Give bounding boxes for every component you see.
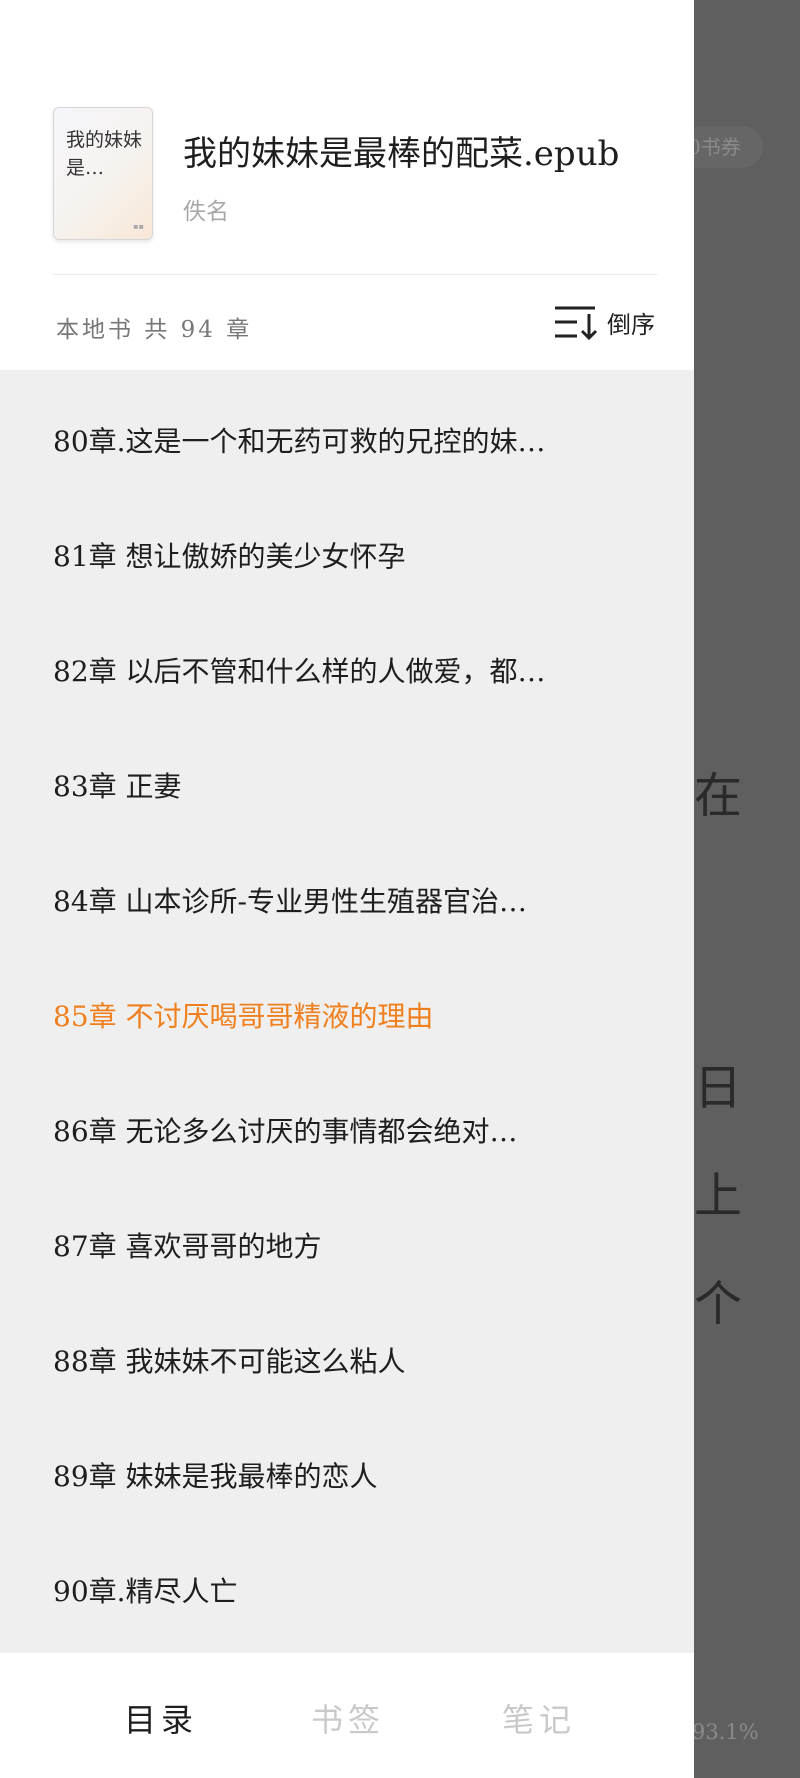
chapter-title: 88章 我妹妹不可能这么粘人 [53, 1345, 406, 1378]
chapter-count: 本地书 共 94 章 [56, 317, 253, 343]
reader-text-char: 在 [694, 768, 743, 824]
chapter-title: 80章.这是一个和无药可救的兄控的妹… [53, 425, 546, 458]
tab-notes[interactable]: 笔记 [502, 1695, 576, 1741]
chapter-title: 87章 喜欢哥哥的地方 [53, 1230, 322, 1263]
reader-text-char: 个 [694, 1276, 743, 1332]
chapter-item[interactable]: 90章.精尽人亡 [0, 1520, 694, 1635]
chapter-item-current[interactable]: 85章 不讨厌喝哥哥精液的理由 [0, 945, 694, 1060]
sort-order-button[interactable]: 倒序 [553, 300, 655, 344]
book-cover[interactable]: 我的妹妹是… ▪▪ [53, 107, 153, 240]
chapter-item[interactable]: 87章 喜欢哥哥的地方 [0, 1175, 694, 1290]
chapter-item[interactable]: 88章 我妹妹不可能这么粘人 [0, 1290, 694, 1405]
header-divider [53, 274, 658, 275]
tab-bookmarks[interactable]: 书签 [311, 1695, 385, 1741]
tab-toc[interactable]: 目录 [124, 1695, 198, 1741]
chapter-item[interactable]: 89章 妹妹是我最棒的恋人 [0, 1405, 694, 1520]
chapter-title: 86章 无论多么讨厌的事情都会绝对… [53, 1115, 518, 1148]
reader-text-char: 上 [694, 1168, 743, 1224]
chapter-item[interactable]: 84章 山本诊所-专业男性生殖器官治… [0, 830, 694, 945]
drawer-tab-bar: 目录 书签 笔记 [0, 1653, 694, 1778]
chapter-title: 82章 以后不管和什么样的人做爱，都… [53, 655, 546, 688]
chapter-title: 83章 正妻 [53, 770, 182, 803]
reading-progress: 93.1% [692, 1720, 759, 1744]
cover-mark: ▪▪ [133, 222, 144, 231]
chapter-title: 84章 山本诊所-专业男性生殖器官治… [53, 885, 527, 918]
chapter-item[interactable]: 81章 想让傲娇的美少女怀孕 [0, 485, 694, 600]
sort-descending-icon [555, 306, 598, 341]
sort-order-label: 倒序 [607, 310, 655, 339]
chapter-list[interactable]: 80章.这是一个和无药可救的兄控的妹… 81章 想让傲娇的美少女怀孕 82章 以后不… [0, 370, 694, 1635]
chapter-item[interactable]: 83章 正妻 [0, 715, 694, 830]
chapter-item[interactable]: 82章 以后不管和什么样的人做爱，都… [0, 600, 694, 715]
cover-title: 我的妹妹是… [66, 129, 143, 179]
toc-drawer: 我的妹妹是… ▪▪ 我的妹妹是最棒的配菜.epub 佚名 本地书 共 94 章 … [0, 0, 694, 1778]
chapter-title: 81章 想让傲娇的美少女怀孕 [53, 540, 406, 573]
reader-text-char: 日 [694, 1060, 743, 1116]
chapter-title: 85章 不讨厌喝哥哥精液的理由 [53, 1000, 434, 1033]
chapter-title: 90章.精尽人亡 [53, 1575, 238, 1608]
book-author: 佚名 [183, 199, 229, 225]
chapter-item[interactable]: 80章.这是一个和无药可救的兄控的妹… [0, 370, 694, 485]
book-title: 我的妹妹是最棒的配菜.epub [183, 134, 620, 174]
chapter-title: 89章 妹妹是我最棒的恋人 [53, 1460, 378, 1493]
chapter-item[interactable]: 86章 无论多么讨厌的事情都会绝对… [0, 1060, 694, 1175]
drawer-header: 我的妹妹是… ▪▪ 我的妹妹是最棒的配菜.epub 佚名 本地书 共 94 章 … [0, 0, 694, 370]
